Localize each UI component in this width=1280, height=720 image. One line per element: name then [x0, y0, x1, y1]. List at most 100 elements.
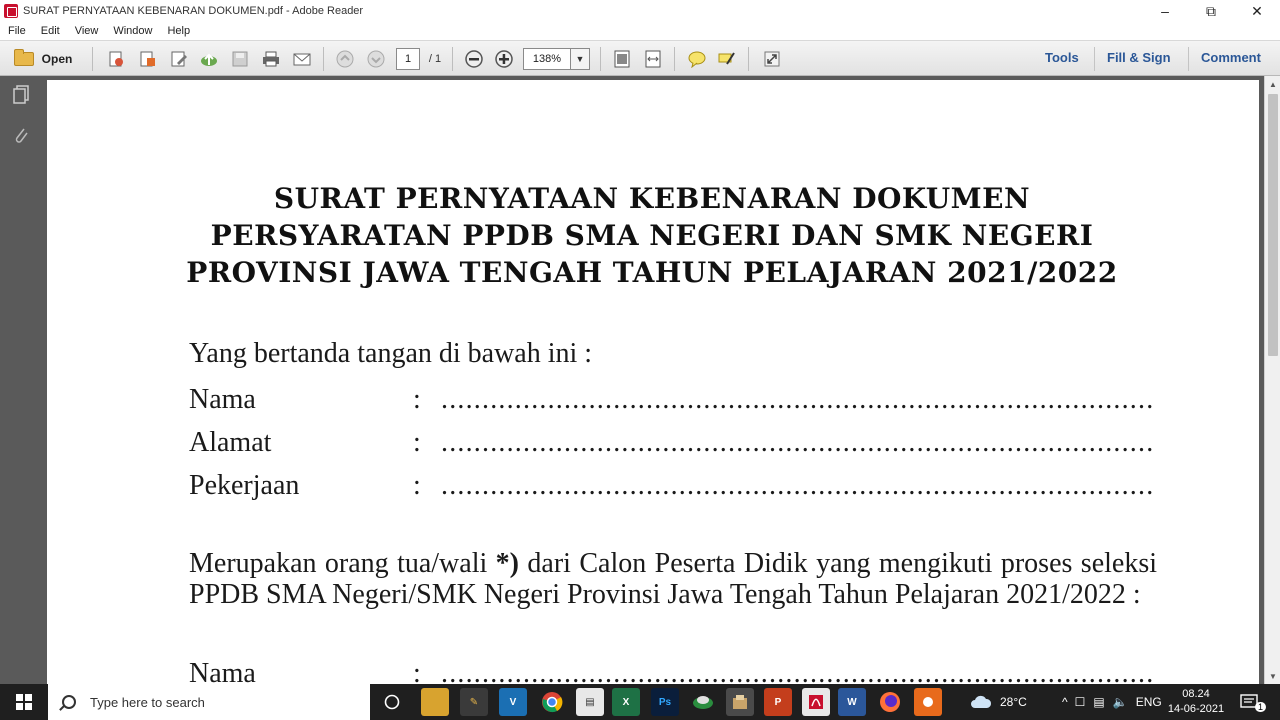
page-total: / 1	[428, 53, 442, 65]
windows-logo-icon	[16, 694, 32, 710]
weather-widget[interactable]: 28°C	[970, 684, 1027, 720]
field-label-nama: Nama	[189, 384, 256, 415]
menu-file[interactable]: File	[8, 25, 26, 37]
export-pdf-icon[interactable]	[136, 48, 158, 70]
chevron-down-icon: ▼	[575, 54, 585, 64]
field-colon: :	[413, 384, 421, 415]
folder-icon	[13, 49, 34, 66]
chrome-icon[interactable]	[538, 688, 566, 716]
title-bar: SURAT PERNYATAAN KEBENARAN DOKUMEN.pdf -…	[0, 0, 1280, 22]
edit-pdf-icon[interactable]	[168, 48, 190, 70]
previous-page-icon[interactable]	[334, 48, 356, 70]
clock[interactable]: 08.24 14-06-2021	[1163, 687, 1229, 717]
next-page-icon[interactable]	[365, 48, 387, 70]
field-label-pekerjaan: Pekerjaan	[189, 470, 300, 501]
firefox-icon[interactable]	[876, 688, 904, 716]
pdf-page: SURAT PERNYATAAN KEBENARAN DOKUMEN PERSY…	[47, 80, 1259, 684]
adobe-reader-taskbar-icon[interactable]	[802, 688, 830, 716]
comment-link[interactable]: Comment	[1201, 50, 1261, 65]
field-dots-nama-student: ........................................…	[441, 658, 1153, 684]
close-button[interactable]: ✕	[1234, 0, 1280, 22]
paragraph-start: Merupakan orang tua/wali	[189, 548, 496, 579]
taskbar-search[interactable]: Type here to search	[48, 684, 370, 720]
intro-text: Yang bertanda tangan di bawah ini :	[189, 338, 593, 369]
menu-help[interactable]: Help	[167, 25, 190, 37]
taskbar: Type here to search ✎ V ▤ X Ps P W 28°C …	[0, 684, 1280, 720]
file-explorer-icon[interactable]	[421, 688, 449, 716]
restore-button[interactable]: ⧉	[1188, 0, 1234, 22]
zoom-in-icon[interactable]	[493, 48, 515, 70]
fit-width-icon[interactable]	[642, 48, 664, 70]
scroll-up-icon[interactable]: ▲	[1265, 76, 1280, 92]
system-tray: ^ ☐ ▤ 🔈 ENG	[1062, 684, 1162, 720]
photoshop-icon[interactable]: Ps	[651, 688, 679, 716]
menu-view[interactable]: View	[75, 25, 99, 37]
highlight-icon[interactable]	[716, 48, 738, 70]
open-label: Open	[41, 52, 73, 66]
field-dots-nama: ........................................…	[441, 384, 1153, 415]
field-label-nama-student: Nama	[189, 658, 256, 684]
field-dots-pekerjaan: ........................................…	[441, 470, 1153, 501]
word-icon[interactable]: W	[838, 688, 866, 716]
statement-paragraph: Merupakan orang tua/wali *) dari Calon P…	[189, 548, 1157, 610]
excel-icon[interactable]: X	[612, 688, 640, 716]
app-orange-icon[interactable]	[914, 688, 942, 716]
zoom-level-input[interactable]: 138%	[523, 48, 571, 70]
document-title-line-3: PROVINSI JAWA TENGAH TAHUN PELAJARAN 202…	[186, 256, 1118, 289]
toolbar: Open 1 / 1 138% ▼ Tools Fill & Sign Comm…	[0, 40, 1280, 76]
cloud-upload-icon[interactable]	[198, 48, 220, 70]
task-view-icon[interactable]	[378, 688, 406, 716]
clock-time: 08.24	[1182, 688, 1210, 700]
field-colon: :	[413, 658, 421, 684]
field-colon: :	[413, 427, 421, 458]
meet-now-icon[interactable]: ☐	[1075, 695, 1086, 709]
field-colon: :	[413, 470, 421, 501]
weather-temperature: 28°C	[1000, 695, 1027, 709]
app-v-icon[interactable]: V	[499, 688, 527, 716]
volume-icon[interactable]: 🔈	[1113, 695, 1128, 709]
print-icon[interactable]	[260, 48, 282, 70]
chevron-up-icon[interactable]: ^	[1062, 695, 1068, 709]
window-title: SURAT PERNYATAAN KEBENARAN DOKUMEN.pdf -…	[23, 5, 364, 17]
save-icon[interactable]	[229, 48, 251, 70]
menu-edit[interactable]: Edit	[41, 25, 60, 37]
open-button[interactable]: Open	[8, 48, 78, 70]
app-pen-icon[interactable]: ✎	[460, 688, 488, 716]
attachments-icon[interactable]	[11, 125, 31, 145]
fit-page-icon[interactable]	[611, 48, 633, 70]
language-indicator[interactable]: ENG	[1136, 695, 1162, 709]
field-label-alamat: Alamat	[189, 427, 272, 458]
email-icon[interactable]	[291, 48, 313, 70]
app-box-icon[interactable]	[726, 688, 754, 716]
tools-link[interactable]: Tools	[1045, 50, 1079, 65]
create-pdf-icon[interactable]	[105, 48, 127, 70]
vertical-scrollbar[interactable]: ▲ ▼	[1264, 76, 1280, 684]
expand-icon[interactable]	[761, 48, 783, 70]
left-navigation-pane	[0, 76, 42, 684]
network-icon[interactable]: ▤	[1093, 695, 1104, 709]
zoom-out-icon[interactable]	[463, 48, 485, 70]
minimize-button[interactable]: –	[1142, 0, 1188, 22]
search-placeholder: Type here to search	[90, 694, 205, 710]
notification-count: 1	[1255, 702, 1267, 712]
powerpoint-icon[interactable]: P	[764, 688, 792, 716]
document-title-line-1: SURAT PERNYATAAN KEBENARAN DOKUMEN	[273, 182, 1031, 215]
document-title-line-2: PERSYARATAN PPDB SMA NEGERI DAN SMK NEGE…	[210, 219, 1094, 252]
app-globe-icon[interactable]	[689, 688, 717, 716]
fill-sign-link[interactable]: Fill & Sign	[1107, 50, 1171, 65]
zoom-dropdown[interactable]: ▼	[570, 48, 590, 70]
notification-center[interactable]: 1	[1240, 684, 1267, 720]
search-icon	[62, 695, 76, 709]
document-viewer[interactable]: SURAT PERNYATAAN KEBENARAN DOKUMEN PERSY…	[42, 76, 1264, 684]
start-button[interactable]	[0, 684, 48, 720]
scroll-thumb[interactable]	[1268, 94, 1278, 356]
menu-window[interactable]: Window	[113, 25, 152, 37]
app-window: SURAT PERNYATAAN KEBENARAN DOKUMEN.pdf -…	[0, 0, 1280, 720]
sticky-note-icon[interactable]	[686, 48, 708, 70]
scroll-down-icon[interactable]: ▼	[1265, 668, 1280, 684]
page-number-input[interactable]: 1	[396, 48, 420, 70]
adobe-reader-icon	[4, 4, 18, 18]
app-window-icon[interactable]: ▤	[576, 688, 604, 716]
page-thumbnails-icon[interactable]	[11, 85, 31, 105]
menu-bar: File Edit View Window Help	[0, 22, 1280, 40]
